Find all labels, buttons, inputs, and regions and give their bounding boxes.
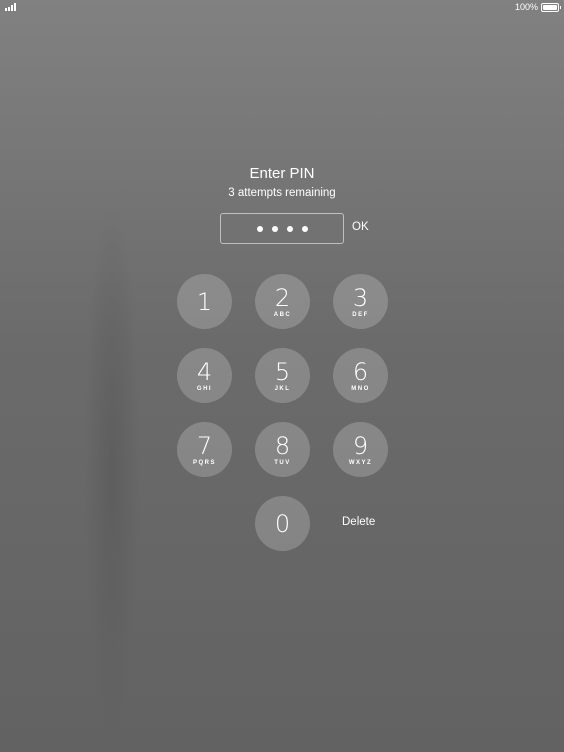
attempts-remaining: 3 attempts remaining <box>228 187 336 199</box>
pin-dot <box>301 225 308 232</box>
pin-dot <box>256 225 263 232</box>
key-digit: 2 <box>274 283 291 312</box>
pin-dot <box>286 225 293 232</box>
key-digit: 6 <box>352 357 369 386</box>
delete-button[interactable]: Delete <box>342 516 375 528</box>
key-letters: PQRS <box>192 459 216 466</box>
key-letters: GHI <box>196 385 213 392</box>
key-digit: 0 <box>274 509 291 538</box>
ok-button[interactable]: OK <box>352 221 369 233</box>
pin-dot <box>271 225 278 232</box>
key-7[interactable]: 7 PQRS <box>177 422 232 477</box>
key-0[interactable]: 0 <box>255 496 310 551</box>
key-letters: TUV <box>274 459 291 466</box>
key-letters: JKL <box>274 385 291 392</box>
key-1[interactable]: 1 <box>177 274 232 329</box>
key-9[interactable]: 9 WXYZ <box>333 422 388 477</box>
key-digit: 8 <box>274 431 291 460</box>
key-letters: ABC <box>273 311 292 318</box>
key-letters: MNO <box>351 385 370 392</box>
signal-strength-icon <box>5 3 16 11</box>
key-letters: DEF <box>352 311 369 318</box>
battery-indicator: 100% <box>514 2 561 12</box>
key-digit: 7 <box>196 431 213 460</box>
key-digit: 4 <box>196 357 213 386</box>
pin-input[interactable] <box>220 213 344 244</box>
key-8[interactable]: 8 TUV <box>255 422 310 477</box>
pin-title: Enter PIN <box>249 165 315 182</box>
battery-icon <box>541 2 561 12</box>
key-letters: WXYZ <box>348 459 373 466</box>
key-digit: 1 <box>196 287 213 316</box>
key-digit: 9 <box>352 431 369 460</box>
key-digit: 5 <box>274 357 291 386</box>
key-6[interactable]: 6 MNO <box>333 348 388 403</box>
status-bar: 100% <box>0 0 564 16</box>
key-3[interactable]: 3 DEF <box>333 274 388 329</box>
key-2[interactable]: 2 ABC <box>255 274 310 329</box>
key-4[interactable]: 4 GHI <box>177 348 232 403</box>
key-5[interactable]: 5 JKL <box>255 348 310 403</box>
battery-percentage: 100% <box>514 2 538 12</box>
battery-fill <box>543 4 557 10</box>
key-digit: 3 <box>352 283 369 312</box>
